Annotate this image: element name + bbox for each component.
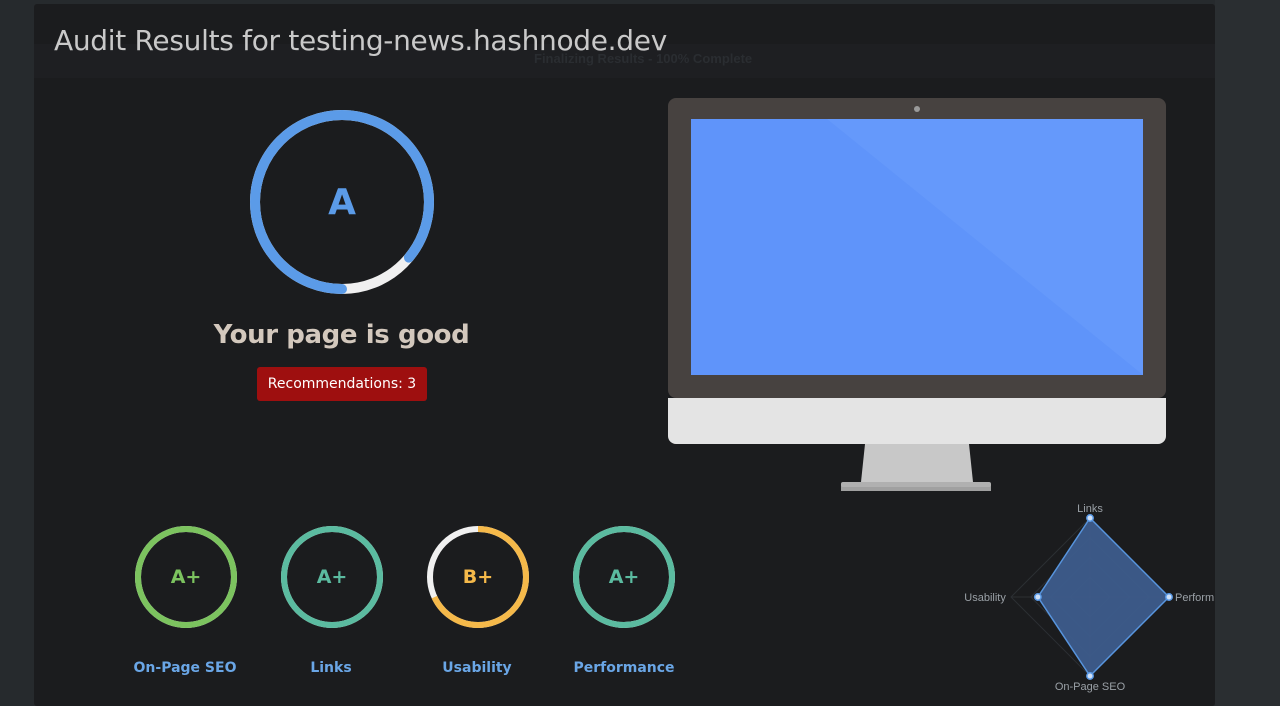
performance-grade: A+ <box>608 566 640 588</box>
links-label[interactable]: Links <box>251 660 411 676</box>
radar-label-usability: Usability <box>964 592 1006 604</box>
category-performance[interactable]: A+ <box>570 523 678 631</box>
onpage-seo-label[interactable]: On-Page SEO <box>105 660 265 676</box>
monitor-illustration <box>668 98 1166 491</box>
radar-label-performance: Performance <box>1175 592 1214 604</box>
webcam-dot <box>914 106 920 112</box>
radar-point <box>1165 593 1173 601</box>
links-grade: A+ <box>316 566 348 588</box>
usability-label[interactable]: Usability <box>397 660 557 676</box>
category-onpage-seo[interactable]: A+ <box>132 523 240 631</box>
radar-point <box>1086 514 1094 522</box>
right-gutter <box>1215 0 1280 706</box>
onpage-seo-grade: A+ <box>170 566 202 588</box>
radar-point <box>1033 593 1042 601</box>
category-links[interactable]: A+ <box>278 523 386 631</box>
audit-results-panel: Finalizing Results - 100% Complete Audit… <box>34 4 1215 706</box>
recommendations-badge[interactable]: Recommendations: 3 <box>257 367 427 401</box>
radar-area <box>1036 516 1171 678</box>
radar-label-links: Links <box>1077 503 1103 515</box>
page-title: Audit Results for testing-news.hashnode.… <box>54 24 667 57</box>
overall-grade-letter: A <box>328 181 356 223</box>
radar-chart: Links Performance On-Page SEO Usability <box>964 503 1214 693</box>
radar-point <box>1086 672 1094 680</box>
performance-label[interactable]: Performance <box>544 660 704 676</box>
radar-label-onpage-seo: On-Page SEO <box>1055 681 1126 693</box>
category-usability[interactable]: B+ <box>424 523 532 631</box>
usability-grade: B+ <box>462 566 494 588</box>
status-text: Your page is good <box>213 320 470 350</box>
